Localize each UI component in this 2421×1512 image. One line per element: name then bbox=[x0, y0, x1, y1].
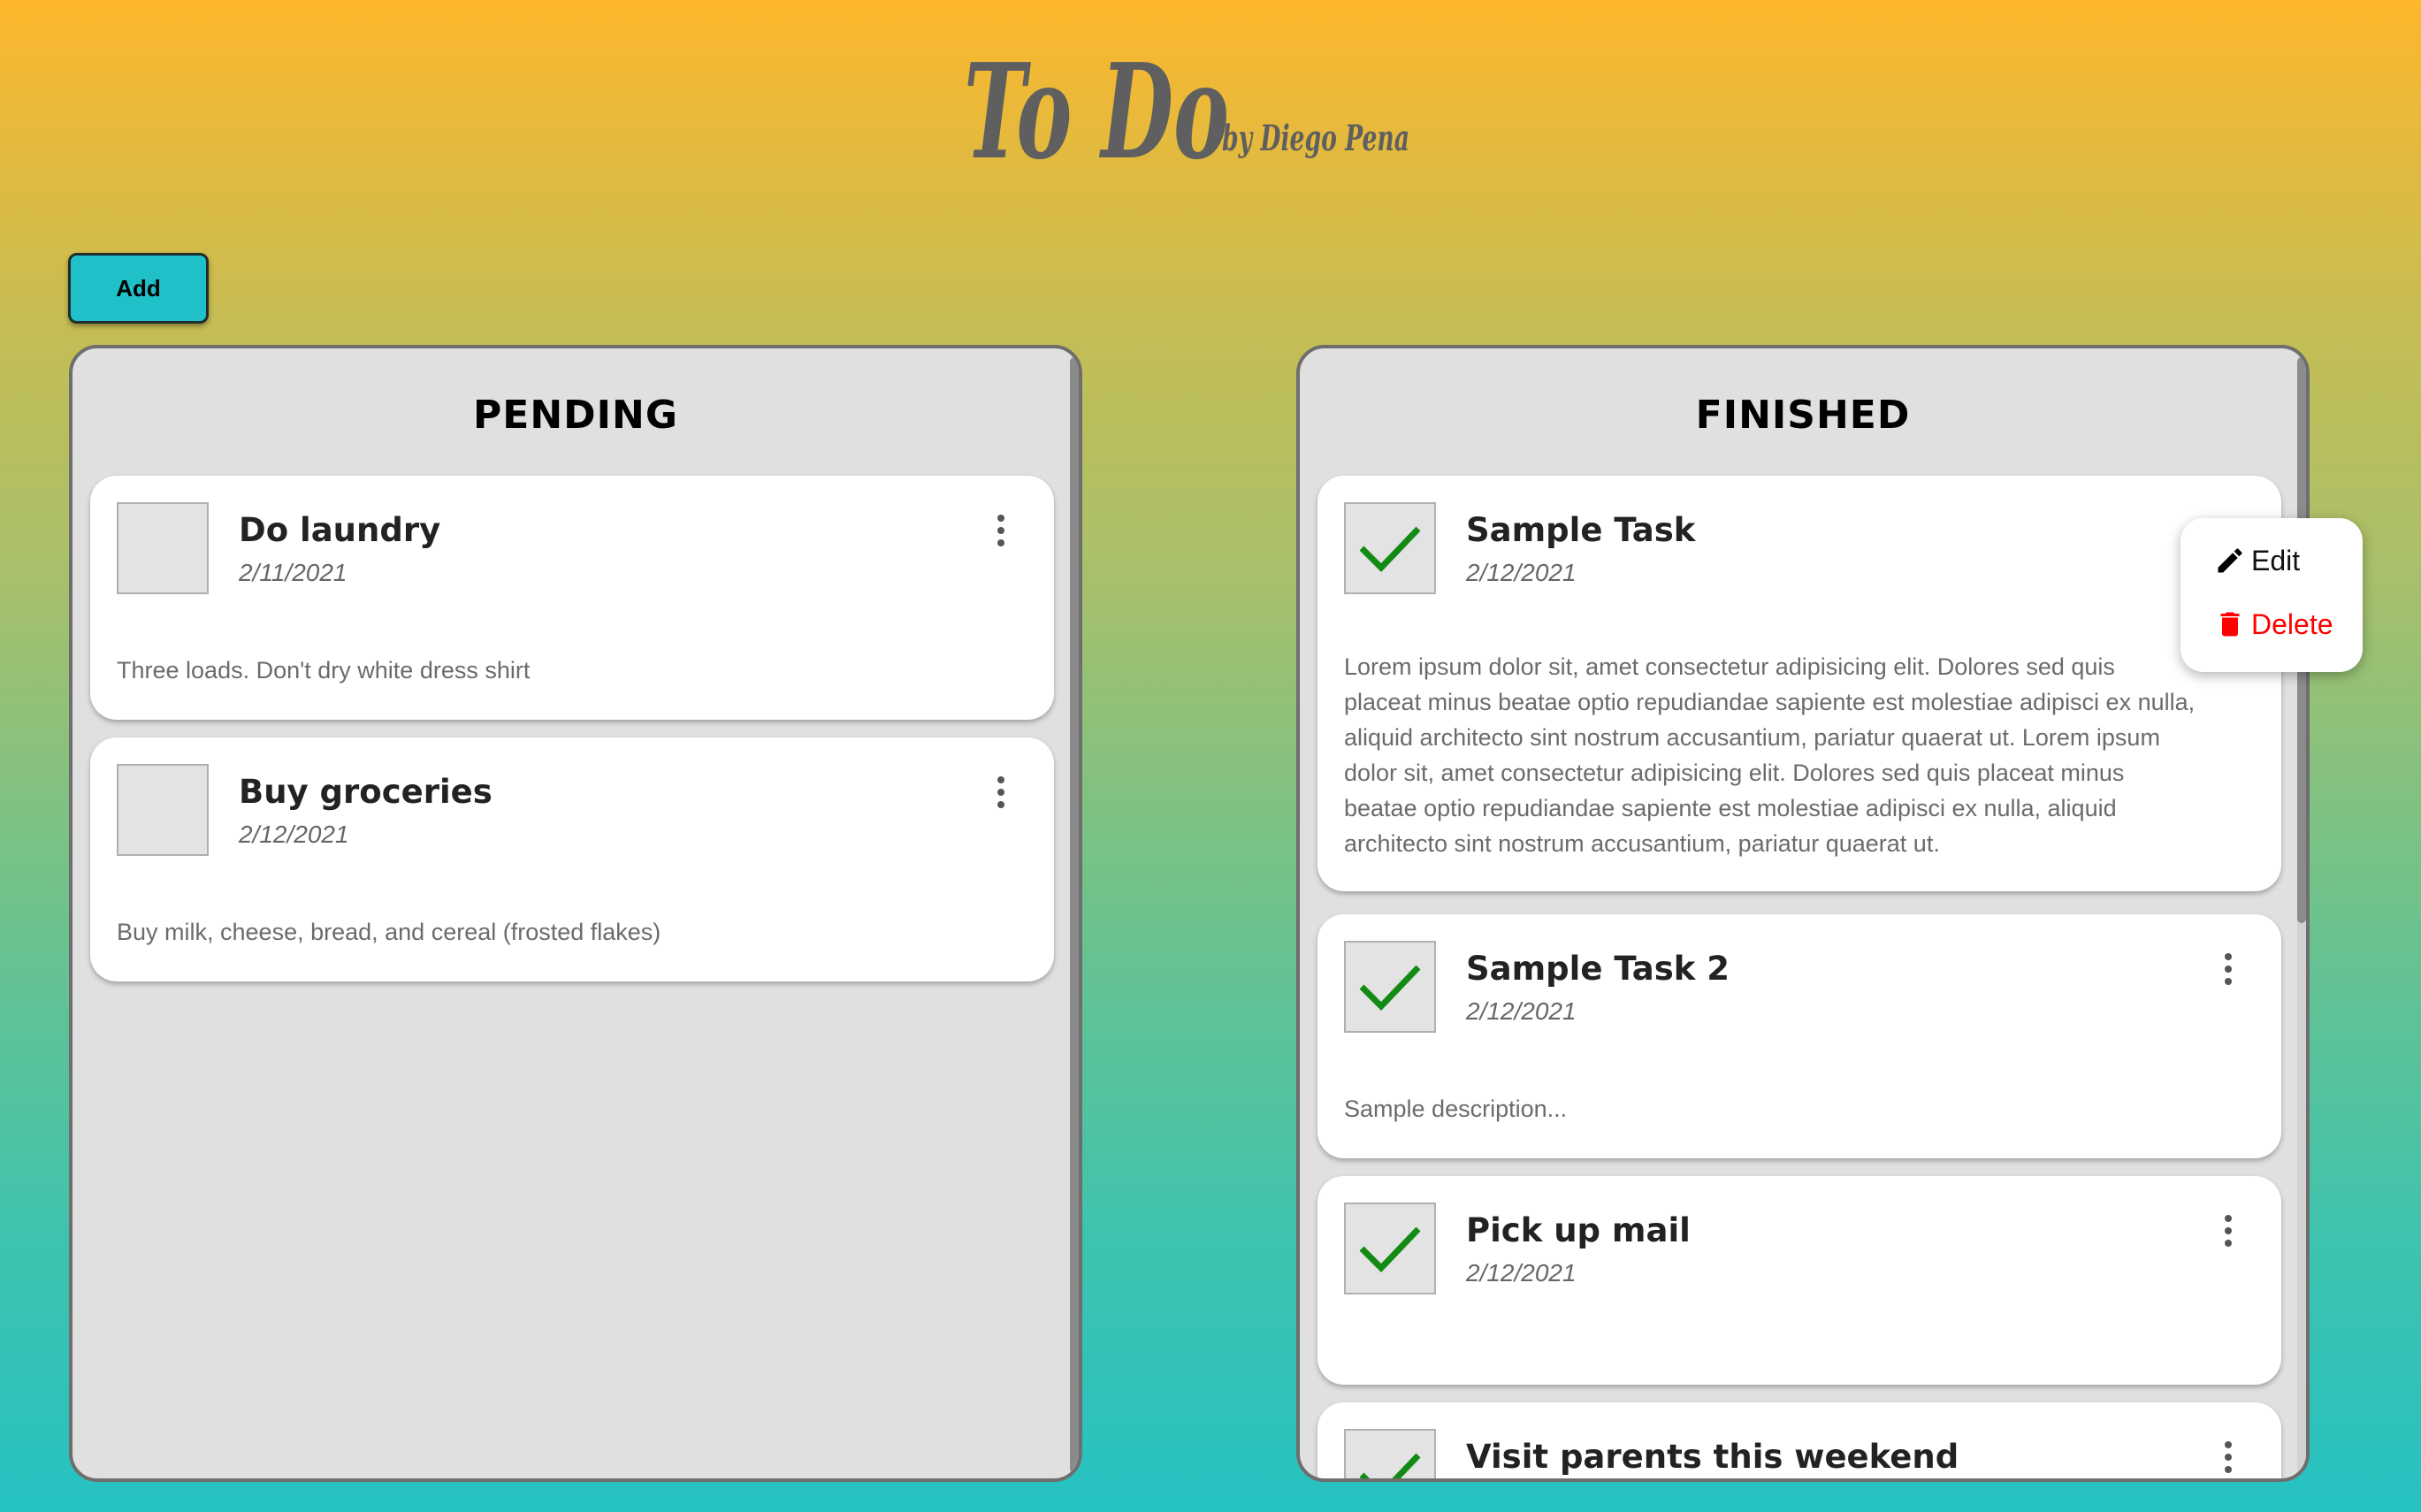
edit-menu-item[interactable]: Edit bbox=[2214, 541, 2300, 580]
task-checkbox[interactable] bbox=[1344, 1429, 1436, 1478]
delete-label: Delete bbox=[2251, 607, 2333, 640]
dot-icon bbox=[2225, 1240, 2232, 1247]
pending-panel: PENDING Do laundry 2/11/2021 Three loads… bbox=[69, 345, 1082, 1482]
dot-icon bbox=[997, 776, 1004, 783]
dot-icon bbox=[2225, 953, 2232, 960]
task-date: 2/12/2021 bbox=[1466, 1259, 1577, 1287]
task-description: Three loads. Don't dry white dress shirt bbox=[117, 657, 531, 683]
task-date: 2/12/2021 bbox=[1466, 997, 1577, 1025]
pending-scroll-thumb[interactable] bbox=[1070, 357, 1079, 1473]
app-logo: To Do by Diego Pena bbox=[964, 34, 1424, 188]
checkmark-icon bbox=[1359, 526, 1421, 573]
task-date: 2/12/2021 bbox=[1466, 559, 1577, 586]
task-date: 2/12/2021 bbox=[239, 821, 349, 848]
add-task-button[interactable]: Add bbox=[68, 253, 209, 324]
logo-title: To Do bbox=[964, 34, 1229, 188]
task-card: Buy groceries 2/12/2021 Buy milk, cheese… bbox=[90, 737, 1054, 981]
task-title: Visit parents this weekend bbox=[1466, 1438, 1959, 1476]
description-line: architecto sint nostrum accusantium, par… bbox=[1344, 830, 1940, 857]
dot-icon bbox=[2225, 1227, 2232, 1234]
logo-byline: by Diego Pena bbox=[1222, 118, 1409, 159]
task-checkbox[interactable] bbox=[1344, 941, 1436, 1033]
task-menu-button[interactable] bbox=[990, 776, 1012, 815]
task-context-menu: Edit Delete bbox=[2180, 518, 2363, 672]
trash-icon bbox=[2220, 612, 2240, 637]
dot-icon bbox=[2225, 1441, 2232, 1448]
checkmark-icon bbox=[1359, 1453, 1421, 1478]
checkmark-icon bbox=[1359, 965, 1421, 1012]
task-title: Buy groceries bbox=[239, 773, 493, 811]
description-line: aliquid architecto sint nostrum accusant… bbox=[1344, 724, 2160, 751]
task-description: Buy milk, cheese, bread, and cereal (fro… bbox=[117, 919, 661, 945]
task-checkbox[interactable] bbox=[117, 764, 209, 856]
edit-label: Edit bbox=[2251, 544, 2301, 577]
task-card: Visit parents this weekend bbox=[1317, 1402, 2281, 1478]
dot-icon bbox=[997, 801, 1004, 808]
dot-icon bbox=[2225, 978, 2232, 985]
description-line: beatae optio repudiandae sapiente est mo… bbox=[1344, 795, 2117, 821]
pencil-icon bbox=[2218, 548, 2242, 573]
checkmark-icon bbox=[1359, 1226, 1421, 1273]
dot-icon bbox=[997, 539, 1004, 546]
dot-icon bbox=[2225, 1466, 2232, 1473]
task-menu-button[interactable] bbox=[2218, 1215, 2239, 1254]
task-date: 2/11/2021 bbox=[239, 559, 347, 586]
dot-icon bbox=[2225, 1215, 2232, 1222]
delete-menu-item[interactable]: Delete bbox=[2214, 605, 2333, 644]
task-title: Sample Task bbox=[1466, 511, 1696, 549]
dot-icon bbox=[997, 527, 1004, 534]
description-line: placeat minus beatae optio repudiandae s… bbox=[1344, 689, 2196, 715]
finished-title: FINISHED bbox=[1695, 393, 1911, 438]
dot-icon bbox=[2225, 1454, 2232, 1461]
task-title: Do laundry bbox=[239, 511, 441, 549]
pending-scrollbar[interactable] bbox=[1070, 357, 1079, 1473]
task-card: Sample Task 2/12/2021 Lorem ipsum dolor … bbox=[1317, 476, 2281, 891]
task-checkbox[interactable] bbox=[1344, 1203, 1436, 1294]
dot-icon bbox=[2225, 966, 2232, 973]
description-line: dolor sit, amet consectetur adipisicing … bbox=[1344, 760, 2125, 786]
dot-icon bbox=[997, 515, 1004, 522]
task-menu-button[interactable] bbox=[990, 515, 1012, 554]
task-description: Sample description... bbox=[1344, 1096, 1568, 1122]
task-card: Sample Task 2 2/12/2021 Sample descripti… bbox=[1317, 914, 2281, 1158]
description-line: Lorem ipsum dolor sit, amet consectetur … bbox=[1344, 653, 2115, 680]
task-card: Do laundry 2/11/2021 Three loads. Don't … bbox=[90, 476, 1054, 720]
task-title: Sample Task 2 bbox=[1466, 950, 1730, 988]
task-title: Pick up mail bbox=[1466, 1211, 1691, 1249]
task-checkbox[interactable] bbox=[117, 502, 209, 594]
finished-panel: FINISHED Sample Task 2/12/2021 Lorem ips… bbox=[1296, 345, 2310, 1482]
dot-icon bbox=[997, 789, 1004, 796]
task-checkbox[interactable] bbox=[1344, 502, 1436, 594]
task-menu-button[interactable] bbox=[2218, 1441, 2239, 1478]
task-description: Lorem ipsum dolor sit, amet consectetur … bbox=[1344, 649, 2255, 861]
pending-title: PENDING bbox=[473, 393, 678, 438]
task-card: Pick up mail 2/12/2021 bbox=[1317, 1176, 2281, 1385]
task-menu-button[interactable] bbox=[2218, 953, 2239, 992]
